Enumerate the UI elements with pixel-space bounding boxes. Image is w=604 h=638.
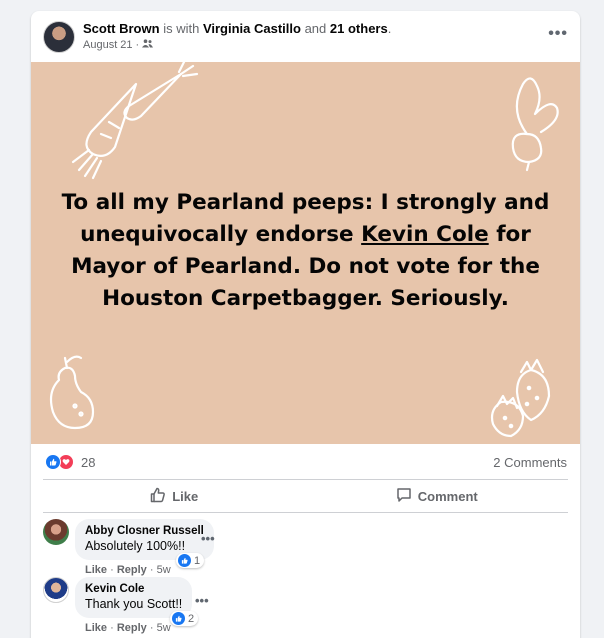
comment-actions: Like · Reply · 5w bbox=[85, 622, 171, 634]
author-line: Scott Brown is with Virginia Castillo an… bbox=[83, 21, 392, 36]
with-text: is with bbox=[163, 21, 200, 36]
tagged-name[interactable]: Virginia Castillo bbox=[203, 21, 301, 36]
comment-icon bbox=[396, 487, 412, 506]
comment-more-icon[interactable]: ••• bbox=[201, 531, 215, 546]
comment-reaction-count: 2 bbox=[188, 612, 195, 625]
reaction-count[interactable]: 28 bbox=[81, 455, 95, 470]
comment-actions: Like · Reply · 5w bbox=[85, 564, 171, 576]
comments-count[interactable]: 2 Comments bbox=[493, 455, 567, 470]
comment-reactions[interactable]: 1 bbox=[176, 553, 205, 568]
banner-text: To all my Pearland peeps: I strongly and… bbox=[61, 187, 550, 315]
comment-reply-link[interactable]: Reply bbox=[117, 564, 147, 576]
comment-item: Abby Closner Russell Absolutely 100%!! •… bbox=[43, 519, 573, 579]
author-avatar[interactable] bbox=[43, 21, 75, 53]
comment-button-label: Comment bbox=[417, 488, 478, 504]
like-button[interactable]: Like bbox=[43, 480, 306, 512]
and-text: and bbox=[304, 21, 327, 36]
like-button-label: Like bbox=[172, 488, 199, 504]
comment-age[interactable]: 5w bbox=[157, 622, 171, 634]
more-icon[interactable]: ••• bbox=[548, 25, 568, 43]
comment-text: Thank you Scott!! bbox=[85, 597, 183, 611]
commenter-avatar[interactable] bbox=[43, 577, 69, 603]
banner-mention-link[interactable]: Kevin Cole bbox=[361, 222, 489, 247]
action-bar: Like Comment bbox=[43, 479, 568, 513]
comment-reply-link[interactable]: Reply bbox=[117, 622, 147, 634]
reaction-icons[interactable] bbox=[45, 454, 74, 470]
comment-reaction-count: 1 bbox=[194, 554, 201, 567]
post-card: Scott Brown is with Virginia Castillo an… bbox=[31, 11, 580, 638]
comment-button[interactable]: Comment bbox=[306, 480, 569, 512]
author-name[interactable]: Scott Brown bbox=[83, 21, 160, 36]
commenter-name[interactable]: Kevin Cole bbox=[85, 583, 182, 595]
commenter-avatar[interactable] bbox=[43, 519, 69, 545]
post-date[interactable]: August 21 bbox=[83, 39, 133, 51]
commenter-name[interactable]: Abby Closner Russell bbox=[85, 525, 204, 537]
friends-icon bbox=[142, 39, 154, 51]
comment-text: Absolutely 100%!! bbox=[85, 539, 186, 553]
like-reaction-icon bbox=[178, 554, 191, 567]
comment-more-icon[interactable]: ••• bbox=[195, 593, 209, 608]
like-reaction-icon bbox=[45, 454, 61, 470]
comment-reactions[interactable]: 2 bbox=[170, 611, 199, 626]
comment-item: Kevin Cole Thank you Scott!! ••• 2 Like … bbox=[43, 577, 573, 637]
others-link[interactable]: 21 others bbox=[330, 21, 388, 36]
post-banner: To all my Pearland peeps: I strongly and… bbox=[31, 62, 580, 444]
comment-like-link[interactable]: Like bbox=[85, 564, 107, 576]
thumbs-up-icon bbox=[150, 487, 166, 506]
post-header: Scott Brown is with Virginia Castillo an… bbox=[31, 11, 580, 63]
like-reaction-icon bbox=[172, 612, 185, 625]
comment-like-link[interactable]: Like bbox=[85, 622, 107, 634]
reactions-summary: 28 2 Comments bbox=[31, 447, 580, 479]
comment-age[interactable]: 5w bbox=[157, 564, 171, 576]
post-meta: August 21 · bbox=[83, 39, 154, 51]
